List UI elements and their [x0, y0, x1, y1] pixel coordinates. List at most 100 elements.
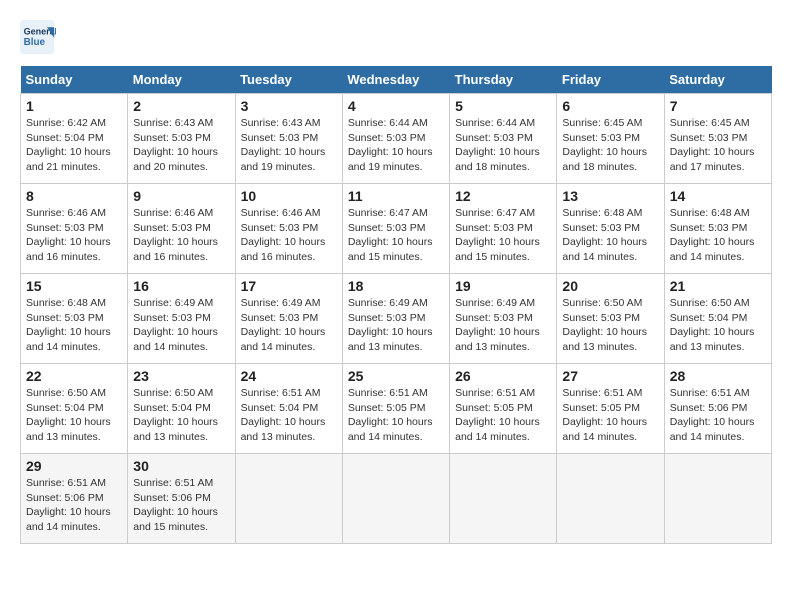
calendar-cell	[557, 454, 664, 544]
calendar-cell: 4 Sunrise: 6:44 AMSunset: 5:03 PMDaylight…	[342, 94, 449, 184]
week-row-4: 22 Sunrise: 6:50 AMSunset: 5:04 PMDayligh…	[21, 364, 772, 454]
day-info: Sunrise: 6:51 AMSunset: 5:06 PMDaylight:…	[670, 386, 766, 445]
col-header-saturday: Saturday	[664, 66, 771, 94]
day-number: 5	[455, 98, 551, 114]
day-number: 25	[348, 368, 444, 384]
day-info: Sunrise: 6:51 AMSunset: 5:05 PMDaylight:…	[455, 386, 551, 445]
calendar-cell: 20 Sunrise: 6:50 AMSunset: 5:03 PMDayligh…	[557, 274, 664, 364]
day-number: 8	[26, 188, 122, 204]
week-row-3: 15 Sunrise: 6:48 AMSunset: 5:03 PMDayligh…	[21, 274, 772, 364]
day-number: 19	[455, 278, 551, 294]
day-number: 26	[455, 368, 551, 384]
day-number: 22	[26, 368, 122, 384]
calendar-cell: 29 Sunrise: 6:51 AMSunset: 5:06 PMDayligh…	[21, 454, 128, 544]
calendar-cell: 24 Sunrise: 6:51 AMSunset: 5:04 PMDayligh…	[235, 364, 342, 454]
day-number: 16	[133, 278, 229, 294]
calendar-cell: 22 Sunrise: 6:50 AMSunset: 5:04 PMDayligh…	[21, 364, 128, 454]
calendar-table: SundayMondayTuesdayWednesdayThursdayFrid…	[20, 66, 772, 544]
calendar-cell: 7 Sunrise: 6:45 AMSunset: 5:03 PMDaylight…	[664, 94, 771, 184]
col-header-thursday: Thursday	[450, 66, 557, 94]
header: General Blue	[20, 20, 772, 56]
calendar-cell: 1 Sunrise: 6:42 AMSunset: 5:04 PMDaylight…	[21, 94, 128, 184]
day-number: 28	[670, 368, 766, 384]
day-info: Sunrise: 6:49 AMSunset: 5:03 PMDaylight:…	[133, 296, 229, 355]
day-number: 23	[133, 368, 229, 384]
calendar-cell: 15 Sunrise: 6:48 AMSunset: 5:03 PMDayligh…	[21, 274, 128, 364]
calendar-cell: 27Sunrise: 6:51 AMSunset: 5:05 PMDayligh…	[557, 364, 664, 454]
day-number: 2	[133, 98, 229, 114]
day-number: 12	[455, 188, 551, 204]
day-info: Sunrise: 6:49 AMSunset: 5:03 PMDaylight:…	[348, 296, 444, 355]
calendar-cell: 14 Sunrise: 6:48 AMSunset: 5:03 PMDayligh…	[664, 184, 771, 274]
day-info: Sunrise: 6:48 AMSunset: 5:03 PMDaylight:…	[26, 296, 122, 355]
day-number: 20	[562, 278, 658, 294]
week-row-2: 8 Sunrise: 6:46 AMSunset: 5:03 PMDaylight…	[21, 184, 772, 274]
logo-icon: General Blue	[20, 20, 56, 56]
day-number: 18	[348, 278, 444, 294]
week-row-1: 1 Sunrise: 6:42 AMSunset: 5:04 PMDaylight…	[21, 94, 772, 184]
day-info: Sunrise: 6:42 AMSunset: 5:04 PMDaylight:…	[26, 116, 122, 175]
calendar-cell: 19Sunrise: 6:49 AMSunset: 5:03 PMDayligh…	[450, 274, 557, 364]
calendar-cell	[342, 454, 449, 544]
calendar-cell: 30 Sunrise: 6:51 AMSunset: 5:06 PMDayligh…	[128, 454, 235, 544]
day-info: Sunrise: 6:48 AMSunset: 5:03 PMDaylight:…	[562, 206, 658, 265]
day-info: Sunrise: 6:50 AMSunset: 5:04 PMDaylight:…	[133, 386, 229, 445]
day-number: 4	[348, 98, 444, 114]
day-number: 1	[26, 98, 122, 114]
calendar-cell: 6Sunrise: 6:45 AMSunset: 5:03 PMDaylight…	[557, 94, 664, 184]
calendar-cell: 25 Sunrise: 6:51 AMSunset: 5:05 PMDayligh…	[342, 364, 449, 454]
day-info: Sunrise: 6:47 AMSunset: 5:03 PMDaylight:…	[455, 206, 551, 265]
day-number: 21	[670, 278, 766, 294]
calendar-cell: 17 Sunrise: 6:49 AMSunset: 5:03 PMDayligh…	[235, 274, 342, 364]
calendar-cell: 8 Sunrise: 6:46 AMSunset: 5:03 PMDaylight…	[21, 184, 128, 274]
day-info: Sunrise: 6:46 AMSunset: 5:03 PMDaylight:…	[26, 206, 122, 265]
col-header-friday: Friday	[557, 66, 664, 94]
day-info: Sunrise: 6:51 AMSunset: 5:04 PMDaylight:…	[241, 386, 337, 445]
day-number: 6	[562, 98, 658, 114]
col-header-sunday: Sunday	[21, 66, 128, 94]
day-number: 24	[241, 368, 337, 384]
calendar-cell	[450, 454, 557, 544]
day-info: Sunrise: 6:50 AMSunset: 5:04 PMDaylight:…	[670, 296, 766, 355]
day-info: Sunrise: 6:46 AMSunset: 5:03 PMDaylight:…	[241, 206, 337, 265]
day-info: Sunrise: 6:50 AMSunset: 5:04 PMDaylight:…	[26, 386, 122, 445]
calendar-cell: 2 Sunrise: 6:43 AMSunset: 5:03 PMDaylight…	[128, 94, 235, 184]
logo: General Blue	[20, 20, 60, 56]
calendar-cell: 10 Sunrise: 6:46 AMSunset: 5:03 PMDayligh…	[235, 184, 342, 274]
col-header-wednesday: Wednesday	[342, 66, 449, 94]
calendar-cell	[235, 454, 342, 544]
day-info: Sunrise: 6:43 AMSunset: 5:03 PMDaylight:…	[241, 116, 337, 175]
calendar-cell: 12 Sunrise: 6:47 AMSunset: 5:03 PMDayligh…	[450, 184, 557, 274]
svg-text:Blue: Blue	[24, 37, 46, 48]
day-info: Sunrise: 6:51 AMSunset: 5:06 PMDaylight:…	[26, 476, 122, 535]
calendar-cell: 28 Sunrise: 6:51 AMSunset: 5:06 PMDayligh…	[664, 364, 771, 454]
calendar-cell: 13 Sunrise: 6:48 AMSunset: 5:03 PMDayligh…	[557, 184, 664, 274]
day-number: 30	[133, 458, 229, 474]
day-number: 13	[562, 188, 658, 204]
calendar-cell: 23 Sunrise: 6:50 AMSunset: 5:04 PMDayligh…	[128, 364, 235, 454]
day-number: 3	[241, 98, 337, 114]
day-info: Sunrise: 6:45 AMSunset: 5:03 PMDaylight:…	[670, 116, 766, 175]
day-number: 7	[670, 98, 766, 114]
day-info: Sunrise: 6:51 AMSunset: 5:05 PMDaylight:…	[348, 386, 444, 445]
day-number: 14	[670, 188, 766, 204]
calendar-cell: 18 Sunrise: 6:49 AMSunset: 5:03 PMDayligh…	[342, 274, 449, 364]
day-info: Sunrise: 6:43 AMSunset: 5:03 PMDaylight:…	[133, 116, 229, 175]
day-number: 11	[348, 188, 444, 204]
day-info: Sunrise: 6:47 AMSunset: 5:03 PMDaylight:…	[348, 206, 444, 265]
calendar-cell: 5 Sunrise: 6:44 AMSunset: 5:03 PMDaylight…	[450, 94, 557, 184]
calendar-cell: 26 Sunrise: 6:51 AMSunset: 5:05 PMDayligh…	[450, 364, 557, 454]
day-info: Sunrise: 6:44 AMSunset: 5:03 PMDaylight:…	[348, 116, 444, 175]
day-info: Sunrise: 6:51 AMSunset: 5:06 PMDaylight:…	[133, 476, 229, 535]
calendar-cell: 9Sunrise: 6:46 AMSunset: 5:03 PMDaylight…	[128, 184, 235, 274]
day-number: 15	[26, 278, 122, 294]
day-number: 17	[241, 278, 337, 294]
day-info: Sunrise: 6:49 AMSunset: 5:03 PMDaylight:…	[241, 296, 337, 355]
day-info: Sunrise: 6:44 AMSunset: 5:03 PMDaylight:…	[455, 116, 551, 175]
day-info: Sunrise: 6:50 AMSunset: 5:03 PMDaylight:…	[562, 296, 658, 355]
day-info: Sunrise: 6:48 AMSunset: 5:03 PMDaylight:…	[670, 206, 766, 265]
day-number: 10	[241, 188, 337, 204]
day-number: 29	[26, 458, 122, 474]
calendar-cell: 16 Sunrise: 6:49 AMSunset: 5:03 PMDayligh…	[128, 274, 235, 364]
col-header-monday: Monday	[128, 66, 235, 94]
